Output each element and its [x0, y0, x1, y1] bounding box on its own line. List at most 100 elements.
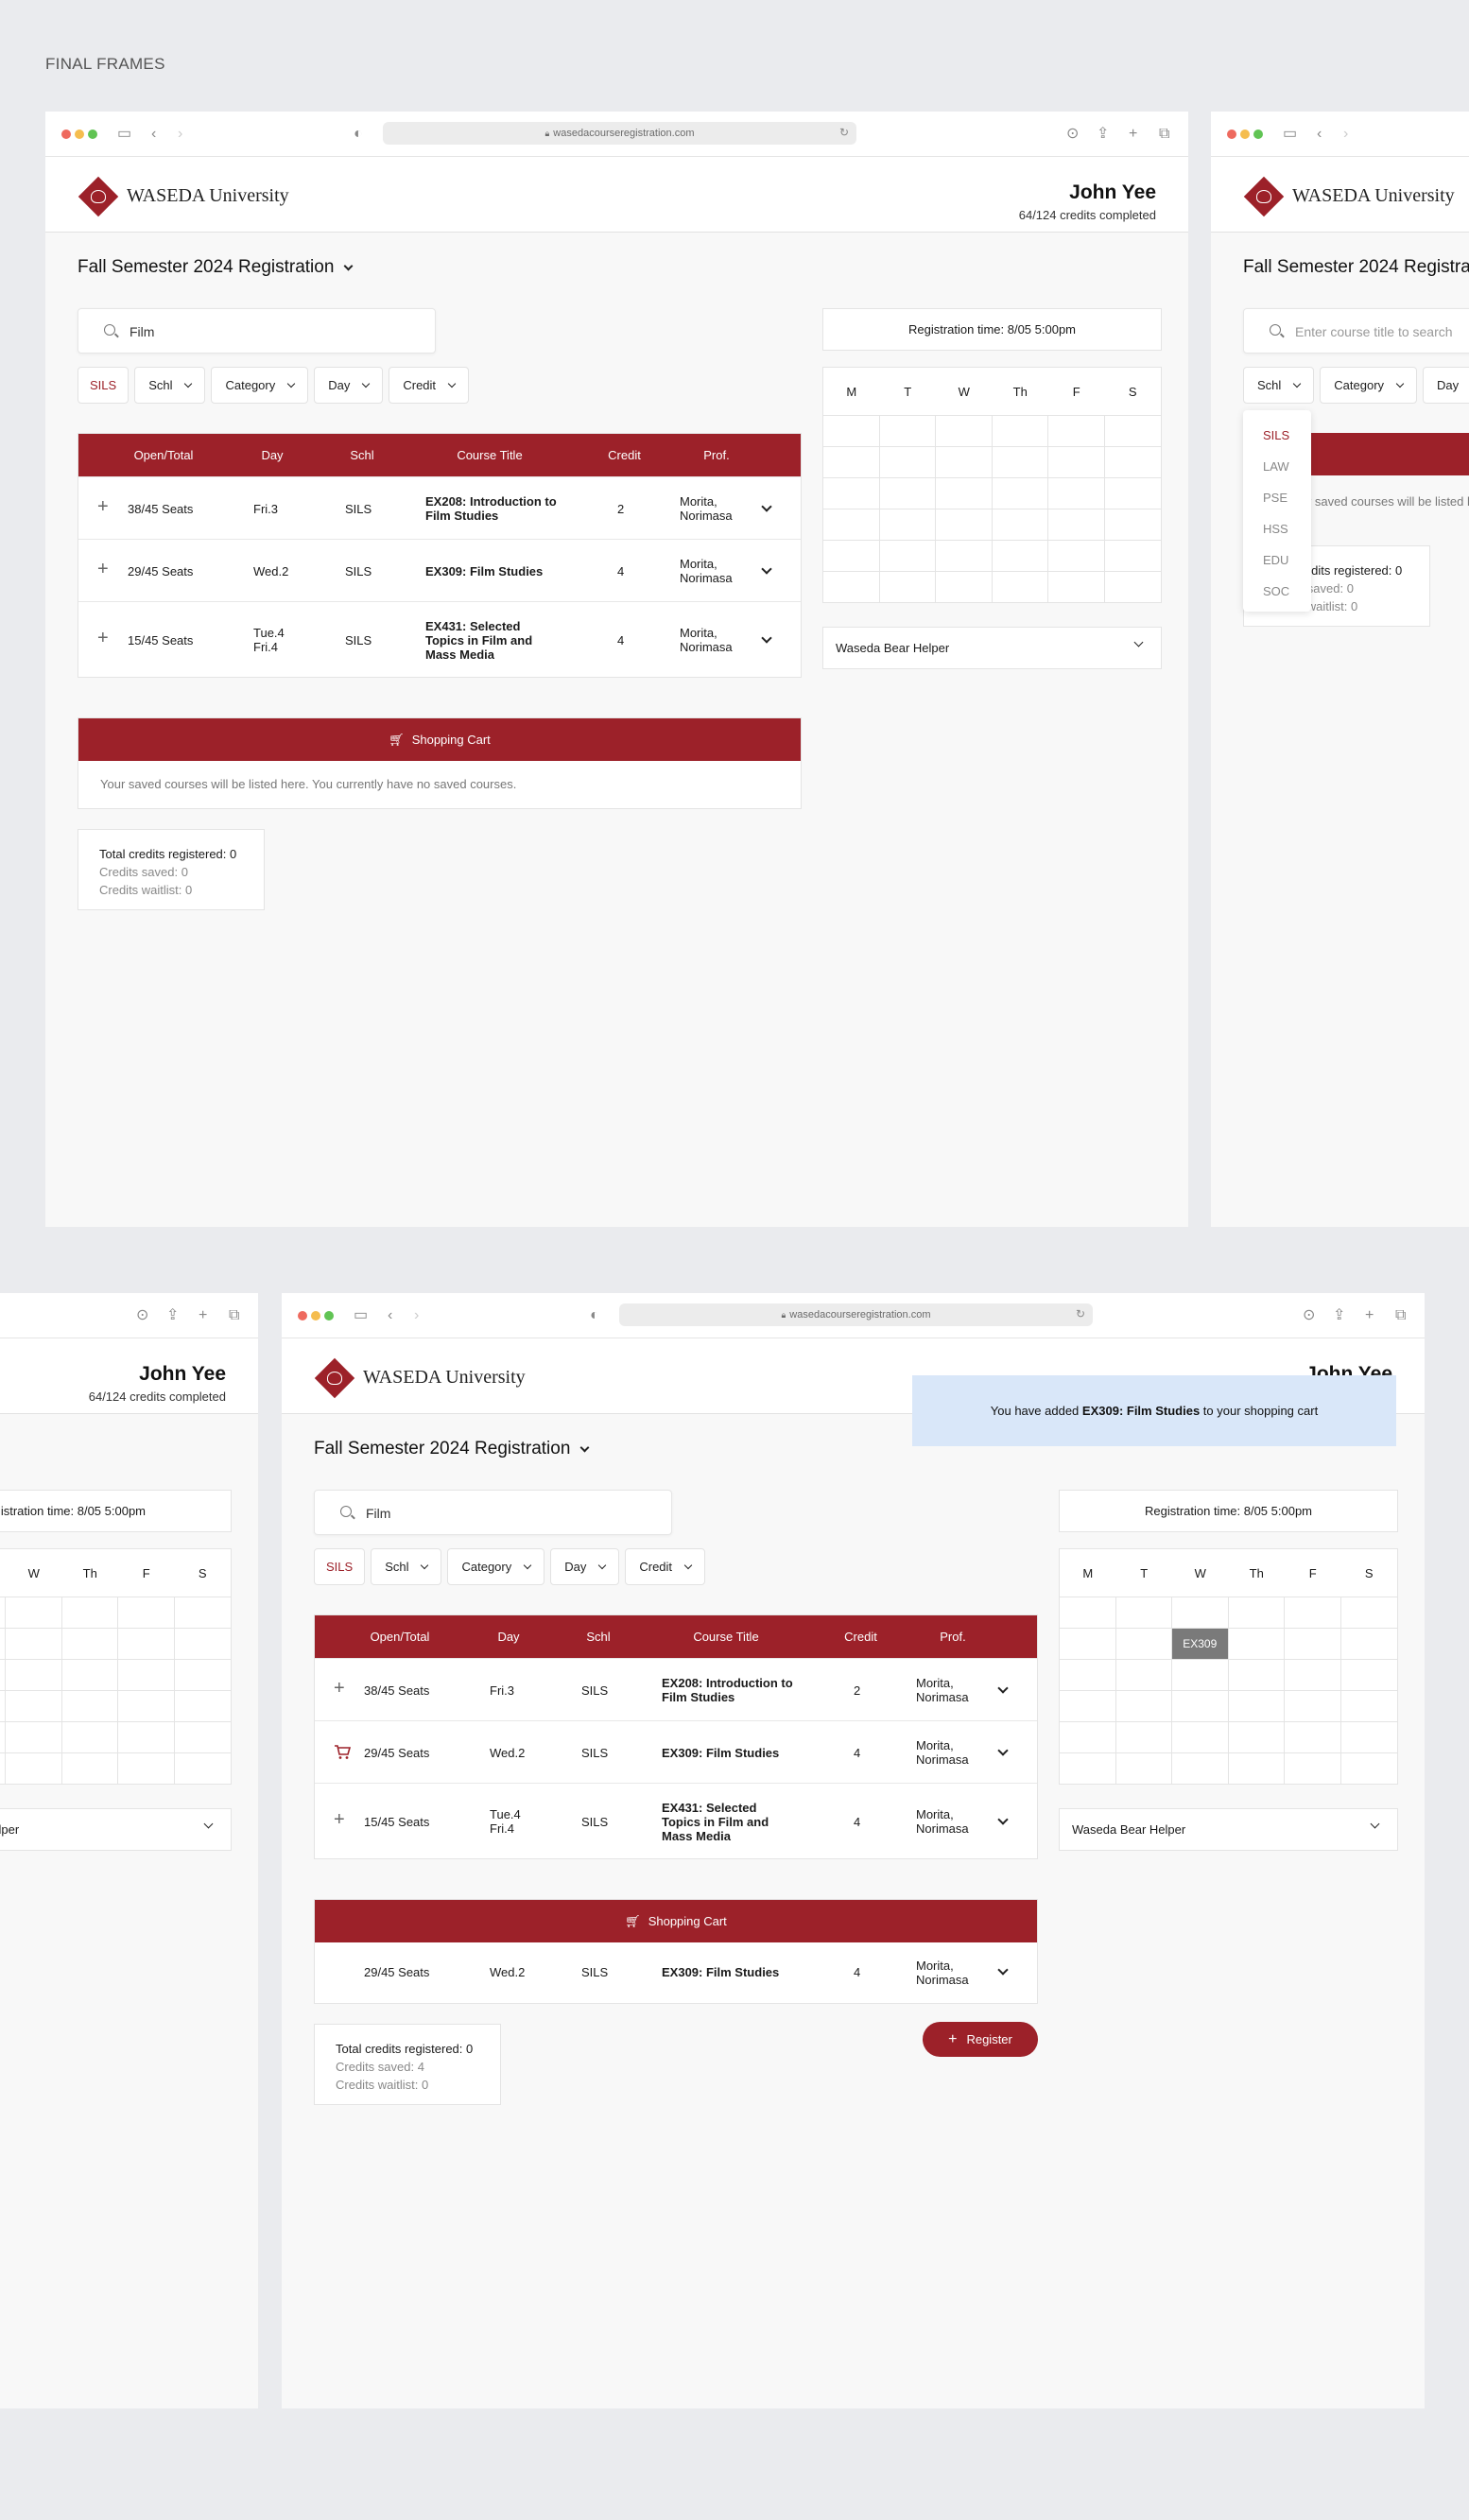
download-icon[interactable]: ⊙ — [136, 1306, 148, 1325]
table-row[interactable]: + 15/45 Seats Tue.4 Fri.4 SILS EX431: Se… — [315, 1783, 1037, 1858]
dropdown-option-soc[interactable]: SOC — [1243, 576, 1311, 607]
dropdown-option-pse[interactable]: PSE — [1243, 482, 1311, 513]
add-icon[interactable]: + — [97, 559, 109, 580]
filter-day[interactable]: Day — [314, 367, 384, 404]
dropdown-option-hss[interactable]: HSS — [1243, 513, 1311, 544]
filter-day[interactable]: Day — [550, 1548, 620, 1585]
expand-chevron-icon[interactable] — [997, 1814, 1009, 1825]
new-tab-icon[interactable]: + — [1365, 1306, 1374, 1325]
add-icon[interactable]: + — [97, 496, 109, 518]
maximize-window-icon[interactable] — [324, 1311, 334, 1320]
expand-chevron-icon[interactable] — [761, 563, 772, 575]
lock-icon: 🔒︎ — [544, 128, 550, 138]
sidebar-icon[interactable]: ▭ — [117, 125, 131, 144]
sidebar-icon[interactable]: ▭ — [354, 1306, 368, 1325]
maximize-window-icon[interactable] — [1253, 129, 1263, 139]
browser-chrome: ▭ ‹ › ◐ 🔒︎ wasedacourseregistration.com ↻ … — [45, 112, 1188, 157]
filter-credit[interactable]: Credit — [625, 1548, 706, 1585]
expand-chevron-icon[interactable] — [997, 1745, 1009, 1756]
table-row[interactable]: + 38/45 Seats Fri.3 SILS EX208: Introduc… — [78, 476, 801, 539]
dropdown-option-sils[interactable]: SILS — [1243, 420, 1311, 451]
chevron-down-icon — [447, 379, 457, 388]
search-input[interactable] — [366, 1502, 649, 1525]
download-icon[interactable]: ⊙ — [1303, 1306, 1315, 1325]
minimize-window-icon[interactable] — [75, 129, 84, 139]
expand-chevron-icon[interactable] — [761, 501, 772, 512]
address-bar[interactable]: 🔒︎ wasedacourseregistration.com ↻ — [383, 122, 856, 145]
cart-icon: 🛒︎ — [625, 1913, 641, 1928]
search-box[interactable] — [314, 1490, 672, 1535]
filter-schl[interactable]: Schl — [371, 1548, 442, 1585]
sidebar-icon[interactable]: ▭ — [1283, 125, 1297, 144]
back-icon[interactable]: ‹ — [1317, 125, 1322, 144]
filter-category[interactable]: Category — [447, 1548, 545, 1585]
reload-icon[interactable]: ↻ — [839, 126, 849, 139]
close-window-icon[interactable] — [61, 129, 71, 139]
calendar-event-ex309[interactable]: EX309 — [1172, 1629, 1228, 1659]
chevron-down-icon — [184, 379, 193, 388]
filter-category[interactable]: Category — [1320, 367, 1418, 404]
table-row[interactable]: 29/45 Seats Wed.2 SILS EX309: Film Studi… — [315, 1720, 1037, 1783]
table-row[interactable]: + 29/45 Seats Wed.2 SILS EX309: Film Stu… — [78, 539, 801, 601]
tabs-overview-icon[interactable]: ⧉ — [229, 1306, 239, 1325]
minimize-window-icon[interactable] — [311, 1311, 320, 1320]
add-icon[interactable]: + — [334, 1678, 345, 1700]
download-icon[interactable]: ⊙ — [1066, 125, 1079, 144]
in-cart-icon[interactable] — [334, 1745, 351, 1760]
new-tab-icon[interactable]: + — [199, 1306, 207, 1325]
share-icon[interactable]: ⇪ — [1333, 1306, 1345, 1325]
expand-chevron-icon[interactable] — [997, 1964, 1009, 1976]
add-icon[interactable]: + — [97, 628, 109, 649]
table-row[interactable]: + 38/45 Seats Fri.3 SILS EX208: Introduc… — [315, 1658, 1037, 1720]
search-box[interactable] — [1243, 308, 1469, 354]
cart-icon: 🛒︎ — [389, 732, 405, 747]
expand-chevron-icon[interactable] — [997, 1683, 1009, 1694]
search-input[interactable] — [130, 320, 413, 343]
forward-icon[interactable]: › — [1343, 125, 1348, 144]
user-name[interactable]: John Yee — [139, 1363, 226, 1386]
reload-icon[interactable]: ↻ — [1076, 1307, 1085, 1320]
dropdown-option-edu[interactable]: EDU — [1243, 544, 1311, 576]
maximize-window-icon[interactable] — [88, 129, 97, 139]
semester-selector[interactable]: Fall Semester 2024 Registration — [314, 1439, 590, 1459]
bear-helper-dropdown[interactable]: Waseda Bear Helper — [0, 1808, 232, 1851]
back-icon[interactable]: ‹ — [388, 1306, 392, 1325]
tabs-overview-icon[interactable]: ⧉ — [1159, 125, 1169, 144]
filter-day[interactable]: Day — [1423, 367, 1469, 404]
share-icon[interactable]: ⇪ — [1097, 125, 1109, 144]
shopping-cart-header[interactable]: 🛒︎ Shopping Cart — [78, 718, 801, 761]
close-window-icon[interactable] — [298, 1311, 307, 1320]
forward-icon[interactable]: › — [414, 1306, 419, 1325]
semester-selector[interactable]: Fall Semester 2024 Registration — [1243, 257, 1469, 278]
new-tab-icon[interactable]: + — [1129, 125, 1137, 144]
filter-credit[interactable]: Credit — [389, 367, 470, 404]
filter-sils[interactable]: SILS — [78, 367, 130, 404]
add-icon[interactable]: + — [334, 1809, 345, 1831]
search-input[interactable] — [1295, 320, 1469, 343]
share-icon[interactable]: ⇪ — [166, 1306, 179, 1325]
dropdown-option-law[interactable]: LAW — [1243, 451, 1311, 482]
tabs-overview-icon[interactable]: ⧉ — [1395, 1306, 1406, 1325]
search-box[interactable] — [78, 308, 436, 354]
bear-helper-dropdown[interactable]: Waseda Bear Helper — [1059, 1808, 1398, 1851]
back-icon[interactable]: ‹ — [151, 125, 156, 144]
shopping-cart-header[interactable]: 🛒︎ Shopping Cart — [315, 1900, 1037, 1942]
user-name[interactable]: John Yee — [1069, 181, 1156, 204]
register-button[interactable]: + Register — [923, 2022, 1038, 2057]
filter-category[interactable]: Category — [211, 367, 309, 404]
waseda-logo-icon[interactable] — [1243, 176, 1285, 217]
bear-helper-dropdown[interactable]: Waseda Bear Helper — [822, 627, 1162, 669]
semester-selector[interactable]: Fall Semester 2024 Registration — [78, 257, 354, 278]
minimize-window-icon[interactable] — [1240, 129, 1250, 139]
waseda-logo-icon[interactable] — [314, 1357, 355, 1399]
filter-schl[interactable]: Schl — [1243, 367, 1315, 404]
table-row[interactable]: + 15/45 Seats Tue.4 Fri.4 SILS EX431: Se… — [78, 601, 801, 677]
expand-chevron-icon[interactable] — [761, 632, 772, 644]
waseda-logo-icon[interactable] — [78, 176, 119, 217]
close-window-icon[interactable] — [1227, 129, 1236, 139]
filter-schl[interactable]: Schl — [134, 367, 206, 404]
cart-item[interactable]: 29/45 Seats Wed.2 SILS EX309: Film Studi… — [315, 1942, 1037, 2003]
filter-sils[interactable]: SILS — [314, 1548, 366, 1585]
address-bar[interactable]: 🔒︎ wasedacourseregistration.com ↻ — [619, 1303, 1093, 1326]
forward-icon[interactable]: › — [178, 125, 182, 144]
